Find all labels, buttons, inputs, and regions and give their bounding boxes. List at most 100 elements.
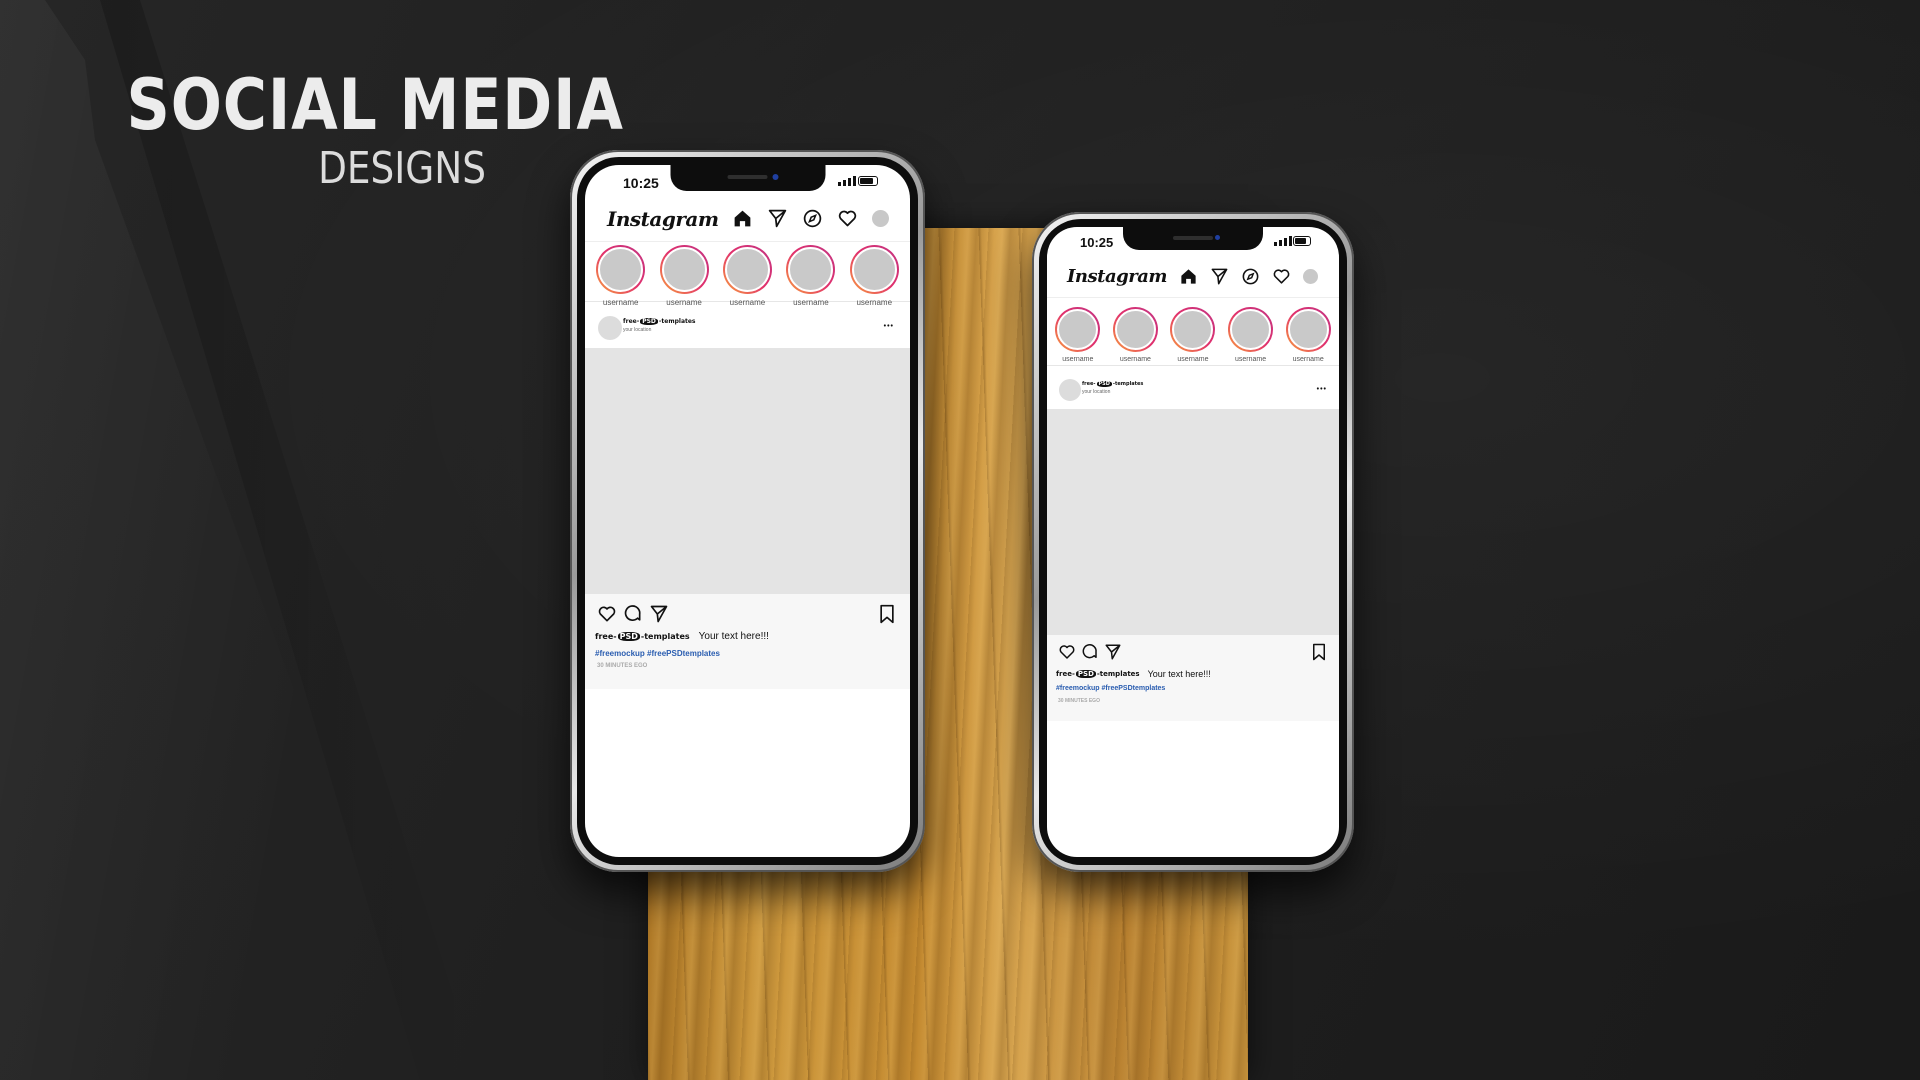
story-item[interactable]: username <box>1228 307 1274 365</box>
heading-subtitle: DESIGNS <box>318 143 486 194</box>
post-time-ago: 30 MINUTES EGO <box>1058 698 1100 704</box>
story-item[interactable]: username <box>786 245 836 307</box>
profile-avatar[interactable] <box>872 210 889 227</box>
post-brand[interactable]: free- PSD -templates <box>1082 381 1143 387</box>
brand-prefix: free- <box>595 632 617 641</box>
share-icon[interactable] <box>1104 643 1122 661</box>
post-hashtags[interactable]: #freemockup #freePSDtemplates <box>1056 685 1165 692</box>
caption-brand[interactable]: free- PSD -templates <box>1056 670 1140 678</box>
story-item[interactable]: username <box>722 245 772 307</box>
story-ring <box>1112 307 1158 352</box>
phone-small: 10:25 Instagram username username userna… <box>1032 212 1354 872</box>
heading: SOCIAL MEDIA DESIGNS <box>68 64 624 194</box>
story-ring <box>1228 307 1274 352</box>
signal-icon <box>1274 236 1292 246</box>
signal-icon <box>838 176 856 186</box>
story-ring <box>849 245 899 294</box>
post-menu-icon[interactable]: ••• <box>1317 386 1327 393</box>
post-location[interactable]: your location <box>1082 389 1143 395</box>
post-menu-icon[interactable]: ••• <box>884 323 894 330</box>
phone-large: 10:25 Instagram username username userna… <box>570 150 925 872</box>
heart-icon[interactable] <box>837 208 858 229</box>
profile-avatar[interactable] <box>1303 269 1318 284</box>
story-username: username <box>1177 356 1209 363</box>
heading-title: SOCIAL MEDIA <box>126 64 624 146</box>
story-item[interactable]: username <box>1285 307 1331 365</box>
status-time: 10:25 <box>1080 235 1114 250</box>
like-icon[interactable] <box>597 604 617 624</box>
story-ring <box>596 245 646 294</box>
explore-icon[interactable] <box>802 208 823 229</box>
comment-icon[interactable] <box>1081 643 1099 661</box>
nav-icons <box>732 208 889 229</box>
app-bar: Instagram <box>585 197 910 242</box>
story-item[interactable]: username <box>1170 307 1216 365</box>
story-item[interactable]: username <box>849 245 899 307</box>
explore-icon[interactable] <box>1241 267 1260 286</box>
story-ring <box>659 245 709 294</box>
phone-screen: 10:25 Instagram username username userna… <box>585 165 910 857</box>
story-username: username <box>1119 356 1151 363</box>
battery-icon <box>858 176 878 186</box>
brand-psd: PSD <box>617 632 640 641</box>
post-actions <box>1047 639 1339 665</box>
story-ring <box>786 245 836 294</box>
stories-row: username username username username user… <box>585 245 910 307</box>
post-image[interactable] <box>1047 409 1339 635</box>
post-avatar[interactable] <box>598 316 622 340</box>
app-logo[interactable]: Instagram <box>607 207 719 231</box>
story-ring <box>1170 307 1216 352</box>
home-icon[interactable] <box>732 208 753 229</box>
phone-bezel: 10:25 Instagram username username userna… <box>577 157 918 865</box>
home-icon[interactable] <box>1179 267 1198 286</box>
phone-bezel: 10:25 Instagram username username userna… <box>1039 219 1347 865</box>
brand-suffix: -templates <box>1096 670 1140 678</box>
battery-icon <box>1293 236 1311 246</box>
post-brand[interactable]: free- PSD -templates <box>623 318 696 325</box>
story-item[interactable]: username <box>659 245 709 307</box>
brand-prefix: free- <box>623 318 640 325</box>
post-caption: free- PSD -templates Your text here!!! <box>1056 669 1211 679</box>
post-actions <box>585 599 910 627</box>
story-username: username <box>1062 356 1094 363</box>
story-ring <box>722 245 772 294</box>
story-username: username <box>729 298 766 307</box>
share-icon[interactable] <box>649 604 669 624</box>
bookmark-icon[interactable] <box>1311 643 1327 661</box>
brand-suffix: -templates <box>1112 381 1144 387</box>
caption-brand[interactable]: free- PSD -templates <box>595 632 690 641</box>
story-item[interactable]: username <box>596 245 646 307</box>
stories-row: username username username username user… <box>1047 307 1339 366</box>
story-username: username <box>793 298 829 307</box>
heart-icon[interactable] <box>1272 267 1291 286</box>
story-ring <box>1055 307 1101 352</box>
story-item[interactable]: username <box>1112 307 1158 365</box>
status-time: 10:25 <box>623 175 659 191</box>
status-bar: 10:25 <box>1047 227 1339 259</box>
caption-text: Your text here!!! <box>698 631 769 642</box>
phone-screen: 10:25 Instagram username username userna… <box>1047 227 1339 857</box>
story-username: username <box>1235 356 1267 363</box>
post-hashtags[interactable]: #freemockup #freePSDtemplates <box>595 649 720 658</box>
story-username: username <box>602 298 639 307</box>
caption-text: Your text here!!! <box>1147 669 1211 679</box>
send-icon[interactable] <box>1210 267 1229 286</box>
bookmark-icon[interactable] <box>878 604 896 624</box>
brand-suffix: -templates <box>640 632 690 641</box>
brand-psd: PSD <box>1096 381 1112 387</box>
like-icon[interactable] <box>1058 643 1076 661</box>
brand-psd: PSD <box>1075 670 1096 678</box>
brand-prefix: free- <box>1056 670 1075 678</box>
story-username: username <box>1292 356 1324 363</box>
story-item[interactable]: username <box>1055 307 1101 365</box>
send-icon[interactable] <box>767 208 788 229</box>
brand-psd: PSD <box>640 318 658 325</box>
status-bar: 10:25 <box>585 165 910 197</box>
app-logo[interactable]: Instagram <box>1067 266 1167 287</box>
post-avatar[interactable] <box>1059 379 1081 401</box>
post-image[interactable] <box>585 348 910 594</box>
brand-prefix: free- <box>1082 381 1096 387</box>
post-caption: free- PSD -templates Your text here!!! <box>595 631 769 642</box>
post-location[interactable]: your location <box>623 327 696 333</box>
comment-icon[interactable] <box>623 604 643 624</box>
